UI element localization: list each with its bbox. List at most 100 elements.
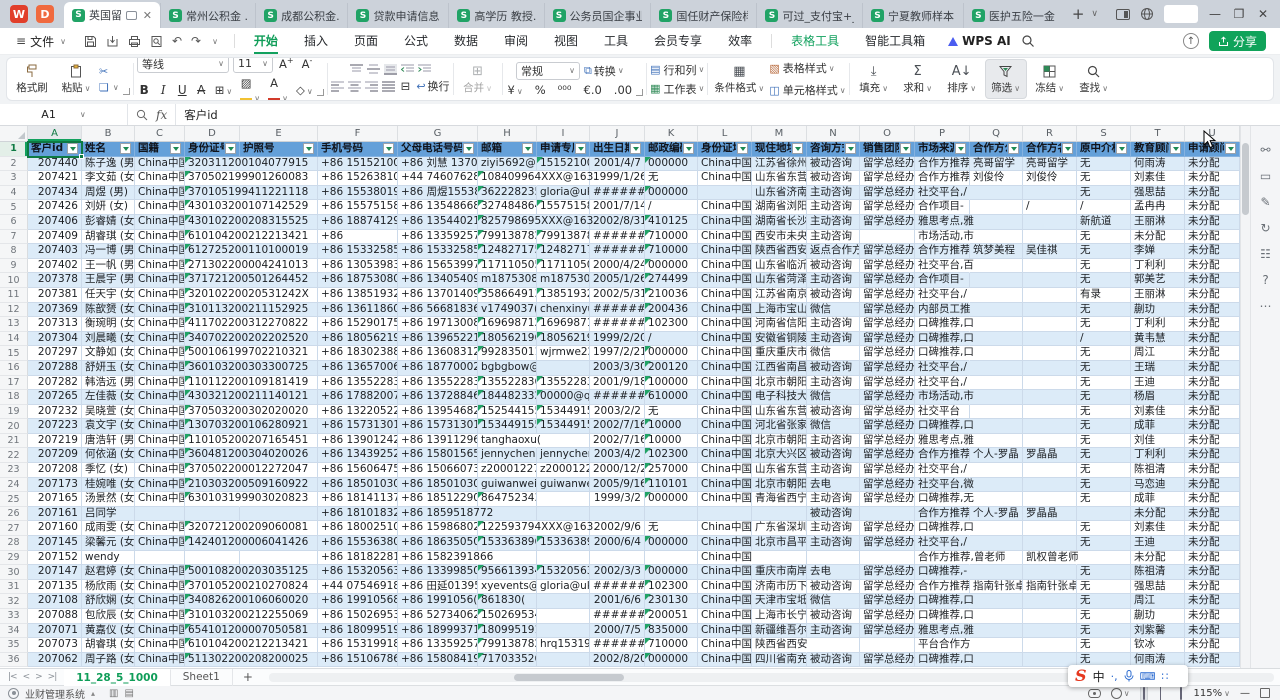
cell-A3[interactable]: 207421 [28,171,82,186]
filter-dropdown-icon[interactable] [1008,143,1019,154]
docer-icon[interactable]: D [36,5,54,23]
align-middle-icon[interactable] [367,64,380,75]
cell-A11[interactable]: 207381 [28,288,82,303]
cell-O25[interactable]: 留学总经办 [860,492,915,507]
cell-N7[interactable]: 主动咨询 [807,230,860,245]
cell-O17[interactable]: 留学总经办 [860,376,915,391]
cell-T18[interactable]: 杨眉 [1131,390,1185,405]
cell-Q15[interactable] [970,346,1023,361]
cell-M34[interactable]: 新疆维吾尔 [752,624,807,639]
column-header-F[interactable]: F [318,126,398,142]
cell-H9[interactable]: 117110505 [478,259,537,274]
cell-J35[interactable]: ######## [590,638,645,653]
header-cell-B1[interactable]: 姓名 [82,142,135,157]
cell-F23[interactable]: +86 15606475 [318,463,398,478]
cell-N36[interactable]: 被动咨询 [807,653,860,668]
cell-B29[interactable]: wendy [82,551,135,566]
cell-P16[interactable]: 社交平台,/ [915,361,970,376]
cell-N22[interactable]: 被动咨询 [807,448,860,463]
cell-S6[interactable]: 新航道 [1077,215,1131,230]
cell-A25[interactable]: 207165 [28,492,82,507]
file-tab[interactable]: S可过_支付宝+_滴滴 [756,3,862,28]
cell-A2[interactable]: 207440 [28,157,82,172]
cell-R11[interactable] [1023,288,1077,303]
cell-H14[interactable]: 180562196 [478,332,537,347]
cell-U28[interactable]: 未分配 [1185,536,1240,551]
cell-O4[interactable]: 留学总经办 [860,186,915,201]
sogou-logo-icon[interactable]: S [1075,668,1087,684]
cell-A36[interactable]: 207062 [28,653,82,668]
cell-M8[interactable]: 陕西省西安 [752,244,807,259]
cell-U30[interactable]: 未分配 [1185,565,1240,580]
increase-decimal-button[interactable]: €.0 [582,83,604,97]
cell-S2[interactable]: 无 [1077,157,1131,172]
cell-H36[interactable]: 717033526 [478,653,537,668]
cell-Q33[interactable] [970,609,1023,624]
cell-O14[interactable]: 留学总经办 [860,332,915,347]
cell-S13[interactable]: 无 [1077,317,1131,332]
grid-icon[interactable]: ☷ [1260,248,1271,260]
cell-F14[interactable]: +86 18056219 [318,332,398,347]
column-header-E[interactable]: E [240,126,318,142]
cell-J19[interactable]: 2003/2/2 [590,405,645,420]
cell-S34[interactable]: 无 [1077,624,1131,639]
clear-format-button[interactable]: ◇∨ [294,83,315,97]
cell-O29[interactable] [860,551,915,566]
cell-P13[interactable]: 口碑推荐,口 [915,317,970,332]
cell-H16[interactable]: bgbgbow@ [478,361,537,376]
cell-O34[interactable]: 留学总经办 [860,624,915,639]
cell-H21[interactable]: tanghaoxu( [478,434,537,449]
filter-dropdown-icon[interactable] [120,143,131,154]
cell-I16[interactable] [537,361,590,376]
cell-B36[interactable]: 周子路 (女 [82,653,135,668]
cell-A34[interactable]: 207071 [28,624,82,639]
cell-R9[interactable] [1023,259,1077,274]
cell-D7[interactable]: 610104200212213421 [185,230,240,245]
cell-G13[interactable]: +86 1971300890 [398,317,478,332]
row-number[interactable]: 4 [0,186,28,201]
header-cell-K1[interactable]: 邮政编码 [645,142,698,157]
cell-R20[interactable] [1023,419,1077,434]
cell-T31[interactable]: 强思喆 [1131,580,1185,595]
cell-T27[interactable]: 刘素佳 [1131,521,1185,536]
keyboard-icon[interactable]: ⌨ [1140,670,1156,683]
cell-K4[interactable]: 000000 [645,186,698,201]
cell-E26[interactable] [240,507,318,522]
cell-F33[interactable]: +86 15026953 [318,609,398,624]
fill-color-button[interactable]: ▨∨ [238,76,262,102]
cell-N9[interactable]: 被动咨询 [807,259,860,274]
prev-sheet-icon[interactable]: < [23,672,30,682]
cell-J24[interactable]: 2005/9/16 [590,478,645,493]
cell-H34[interactable]: 180995191 [478,624,537,639]
tab-数据[interactable]: 数据 [441,28,491,54]
row-number[interactable]: 16 [0,361,28,376]
cell-H13[interactable]: 169698712 [478,317,537,332]
cell-Q34[interactable] [970,624,1023,639]
cell-J9[interactable]: 2000/4/24 [590,259,645,274]
header-cell-U1[interactable]: 申请顾问 [1185,142,1240,157]
refresh-icon[interactable]: ↻ [1260,222,1270,234]
cell-B16[interactable]: 舒妍玉 (女 [82,361,135,376]
cell-G12[interactable]: +86 56681836 [398,303,478,318]
cell-Q5[interactable] [970,200,1023,215]
cell-N12[interactable]: 微信 [807,303,860,318]
cell-U22[interactable]: 未分配 [1185,448,1240,463]
cell-G9[interactable]: +86 1565399710 [398,259,478,274]
cell-U21[interactable]: 未分配 [1185,434,1240,449]
column-header-N[interactable]: N [807,126,860,142]
cell-P23[interactable]: 社交平台,/ [915,463,970,478]
cell-L29[interactable]: China中国 [698,551,752,566]
cell-O30[interactable]: 留学总经办 [860,565,915,580]
file-menu-button[interactable]: ≡ 文件∨ [8,33,74,50]
cell-F17[interactable]: +86 13552283 [318,376,398,391]
cell-O18[interactable]: 留学总经办 [860,390,915,405]
cell-L11[interactable]: China中国 [698,288,752,303]
cell-K11[interactable]: 210036 [645,288,698,303]
cell-H17[interactable]: 135522836 [478,376,537,391]
cell-T29[interactable]: 未分配 [1131,551,1185,566]
cell-L12[interactable]: China中国 [698,303,752,318]
cell-G21[interactable]: +86 1391129694 [398,434,478,449]
header-cell-M1[interactable]: 现住地址 [752,142,807,157]
cell-R34[interactable] [1023,624,1077,639]
cell-U9[interactable]: 未分配 [1185,259,1240,274]
